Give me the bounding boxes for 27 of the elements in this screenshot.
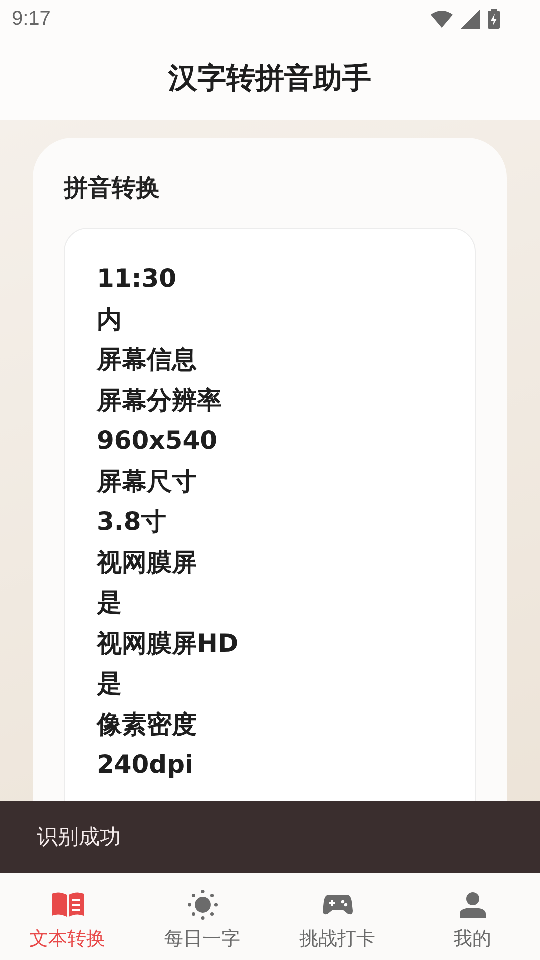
text-line: 3.8寸 — [97, 506, 168, 538]
text-line: 11:30 — [97, 263, 178, 295]
text-line: 内 — [97, 304, 123, 336]
text-line: 是 — [97, 587, 123, 619]
text-line: 视网膜屏 — [97, 546, 198, 578]
nav-tab[interactable]: 每日一字 — [135, 873, 270, 960]
wifi-icon — [431, 10, 453, 28]
text-line: 960x540 — [97, 425, 218, 457]
text-line: 屏幕分辨率 — [97, 384, 223, 416]
text-line: 视网膜屏HD — [97, 628, 240, 660]
toast-text: 识别成功 — [37, 824, 121, 851]
card-title: 拼音转换 — [64, 173, 161, 204]
battery-icon — [488, 9, 500, 29]
sun-icon — [186, 890, 220, 920]
signal-icon — [461, 10, 480, 28]
text-line: 是 — [97, 668, 123, 700]
nav-tab[interactable]: 挑战打卡 — [270, 873, 405, 960]
nav-tab[interactable]: 我的 — [405, 873, 540, 960]
status-time: 9:17 — [12, 8, 51, 30]
app-title: 汉字转拼音助手 — [168, 60, 372, 97]
text-line: 屏幕尺寸 — [97, 466, 198, 498]
text-line: 像素密度 — [97, 708, 198, 740]
nav-tab[interactable]: 文本转换 — [0, 873, 135, 960]
person-icon — [460, 890, 486, 920]
text-line: 屏幕信息 — [97, 344, 198, 376]
book-icon — [50, 890, 84, 920]
text-line: 240dpi — [97, 749, 195, 781]
